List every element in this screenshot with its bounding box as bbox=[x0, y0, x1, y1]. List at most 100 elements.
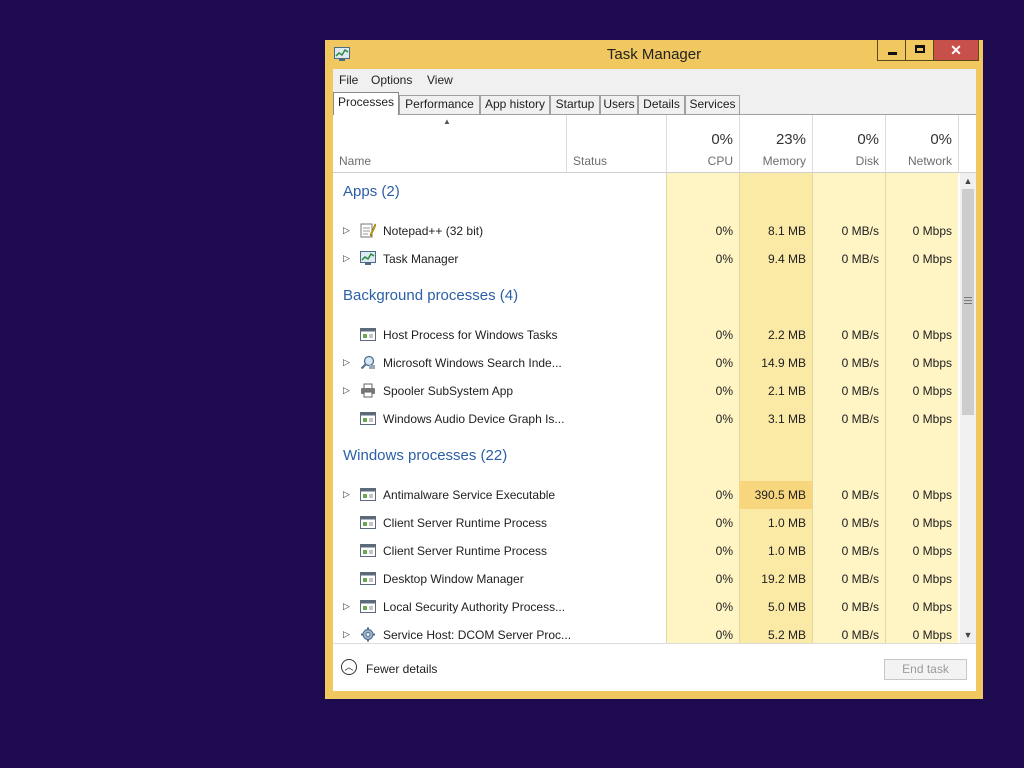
process-cpu-cell: 0% bbox=[715, 572, 733, 586]
process-cpu-cell: 0% bbox=[715, 544, 733, 558]
process-cpu-cell: 0% bbox=[715, 252, 733, 266]
process-cpu-cell: 0% bbox=[715, 516, 733, 530]
process-memory-cell: 5.0 MB bbox=[767, 600, 806, 614]
end-task-button[interactable]: End task bbox=[884, 659, 967, 680]
process-cpu-cell: 0% bbox=[715, 328, 733, 342]
process-disk-cell: 0 MB/s bbox=[841, 572, 879, 586]
process-disk-cell: 0 MB/s bbox=[841, 544, 879, 558]
process-list: Apps (2) ▷ Notepad++ (32 bit) 0% 8.1 MB 0 MB/… bbox=[333, 173, 958, 643]
column-divider[interactable] bbox=[566, 115, 567, 172]
process-row[interactable]: ▷ Notepad++ (32 bit) 0% 8.1 MB 0 MB/s 0 Mbps bbox=[333, 217, 958, 245]
column-status-header[interactable]: Status bbox=[573, 154, 607, 168]
process-memory-cell: 2.1 MB bbox=[767, 384, 806, 398]
fewer-details-link[interactable]: Fewer details bbox=[366, 662, 437, 676]
task-manager-icon bbox=[360, 251, 376, 266]
process-memory-cell: 1.0 MB bbox=[767, 516, 806, 530]
column-memory-header[interactable]: Memory bbox=[739, 154, 806, 168]
expand-arrow-icon[interactable]: ▷ bbox=[343, 253, 350, 264]
expand-arrow-icon[interactable]: ▷ bbox=[343, 601, 350, 612]
expand-arrow-icon[interactable]: ▷ bbox=[343, 629, 350, 640]
expand-arrow-icon[interactable]: ▷ bbox=[343, 357, 350, 368]
process-name: Task Manager bbox=[383, 252, 459, 266]
process-network-cell: 0 Mbps bbox=[912, 488, 952, 502]
service-window-icon bbox=[360, 543, 376, 558]
process-network-cell: 0 Mbps bbox=[912, 544, 952, 558]
process-network-cell: 0 Mbps bbox=[912, 356, 952, 370]
menu-options[interactable]: Options bbox=[371, 73, 412, 87]
menu-file[interactable]: File bbox=[339, 73, 358, 87]
close-button[interactable]: ✕ bbox=[933, 40, 979, 61]
process-name: Host Process for Windows Tasks bbox=[383, 328, 558, 342]
group-header: Background processes (4) bbox=[343, 287, 519, 304]
group-header: Windows processes (22) bbox=[343, 447, 508, 464]
column-network-header[interactable]: Network bbox=[885, 154, 952, 168]
maximize-button[interactable] bbox=[905, 40, 934, 61]
process-disk-cell: 0 MB/s bbox=[841, 488, 879, 502]
process-disk-cell: 0 MB/s bbox=[841, 224, 879, 238]
tab-startup[interactable]: Startup bbox=[550, 95, 600, 114]
process-row[interactable]: ▷ Local Security Authority Process... 0% 5.… bbox=[333, 593, 958, 621]
process-cpu-cell: 0% bbox=[715, 224, 733, 238]
column-disk-header[interactable]: Disk bbox=[812, 154, 879, 168]
process-row[interactable]: Windows Audio Device Graph Is... 0% 3.1 MB… bbox=[333, 405, 958, 433]
tab-processes[interactable]: Processes bbox=[333, 92, 399, 115]
service-window-icon bbox=[360, 327, 376, 342]
process-row[interactable]: Client Server Runtime Process 0% 1.0 MB 0 M… bbox=[333, 509, 958, 537]
column-divider[interactable] bbox=[958, 115, 959, 172]
service-window-icon bbox=[360, 411, 376, 426]
process-row[interactable]: Client Server Runtime Process 0% 1.0 MB 0 M… bbox=[333, 537, 958, 565]
scroll-down-icon[interactable]: ▼ bbox=[960, 627, 976, 643]
expand-arrow-icon[interactable]: ▷ bbox=[343, 225, 350, 236]
process-row[interactable]: ▷ Task Manager 0% 9.4 MB 0 MB/s 0 Mbps bbox=[333, 245, 958, 273]
process-cpu-cell: 0% bbox=[715, 600, 733, 614]
process-row[interactable]: ▷ Service Host: DCOM Server Proc... 0% 5.2 … bbox=[333, 621, 958, 643]
footer-bar: ︿ Fewer details End task bbox=[333, 643, 976, 691]
process-cpu-cell: 0% bbox=[715, 384, 733, 398]
grip-icon bbox=[964, 297, 972, 298]
tab-users[interactable]: Users bbox=[600, 95, 638, 114]
service-window-icon bbox=[360, 515, 376, 530]
process-network-cell: 0 Mbps bbox=[912, 572, 952, 586]
process-name: Microsoft Windows Search Inde... bbox=[383, 356, 562, 370]
collapse-chevron-icon[interactable]: ︿ bbox=[341, 659, 357, 675]
service-window-icon bbox=[360, 599, 376, 614]
tab-app-history[interactable]: App history bbox=[480, 95, 550, 114]
process-row[interactable]: Host Process for Windows Tasks 0% 2.2 MB 0 … bbox=[333, 321, 958, 349]
process-name: Windows Audio Device Graph Is... bbox=[383, 412, 565, 426]
process-name: Service Host: DCOM Server Proc... bbox=[383, 628, 572, 642]
scrollbar-thumb[interactable] bbox=[962, 189, 974, 415]
expand-arrow-icon[interactable]: ▷ bbox=[343, 489, 350, 500]
minimize-icon bbox=[888, 52, 897, 55]
column-cpu-header[interactable]: CPU bbox=[666, 154, 733, 168]
process-row[interactable]: ▷ Microsoft Windows Search Inde... 0% 14.9 … bbox=[333, 349, 958, 377]
process-disk-cell: 0 MB/s bbox=[841, 412, 879, 426]
process-network-cell: 0 Mbps bbox=[912, 224, 952, 238]
menu-bar: File Options View bbox=[333, 69, 976, 91]
scroll-up-icon[interactable]: ▲ bbox=[960, 173, 976, 189]
maximize-icon bbox=[915, 45, 925, 53]
process-memory-cell: 9.4 MB bbox=[767, 252, 806, 266]
gear-icon bbox=[360, 627, 376, 642]
column-name-header[interactable]: Name bbox=[339, 154, 371, 168]
title-bar[interactable]: Task Manager ✕ bbox=[325, 40, 983, 68]
process-row[interactable]: Desktop Window Manager 0% 19.2 MB 0 MB/s 0 M… bbox=[333, 565, 958, 593]
tab-services[interactable]: Services bbox=[685, 95, 740, 114]
sort-ascending-icon: ▲ bbox=[443, 117, 451, 126]
tab-details[interactable]: Details bbox=[638, 95, 685, 114]
process-row[interactable]: ▷ Antimalware Service Executable 0% 390.5 M… bbox=[333, 481, 958, 509]
process-network-cell: 0 Mbps bbox=[912, 600, 952, 614]
printer-icon bbox=[360, 383, 376, 398]
process-row[interactable]: ▷ Spooler SubSystem App 0% 2.1 MB 0 MB/s 0 Mb… bbox=[333, 377, 958, 405]
minimize-button[interactable] bbox=[877, 40, 906, 61]
process-memory-cell: 19.2 MB bbox=[761, 572, 806, 586]
memory-total-percent: 23% bbox=[775, 131, 806, 148]
process-network-cell: 0 Mbps bbox=[912, 384, 952, 398]
vertical-scrollbar[interactable]: ▲ ▼ bbox=[960, 173, 976, 643]
menu-view[interactable]: View bbox=[427, 73, 453, 87]
tab-performance[interactable]: Performance bbox=[399, 95, 480, 114]
process-memory-cell: 5.2 MB bbox=[767, 628, 806, 642]
expand-arrow-icon[interactable]: ▷ bbox=[343, 385, 350, 396]
process-disk-cell: 0 MB/s bbox=[841, 328, 879, 342]
process-network-cell: 0 Mbps bbox=[912, 516, 952, 530]
group-header: Apps (2) bbox=[343, 183, 400, 200]
